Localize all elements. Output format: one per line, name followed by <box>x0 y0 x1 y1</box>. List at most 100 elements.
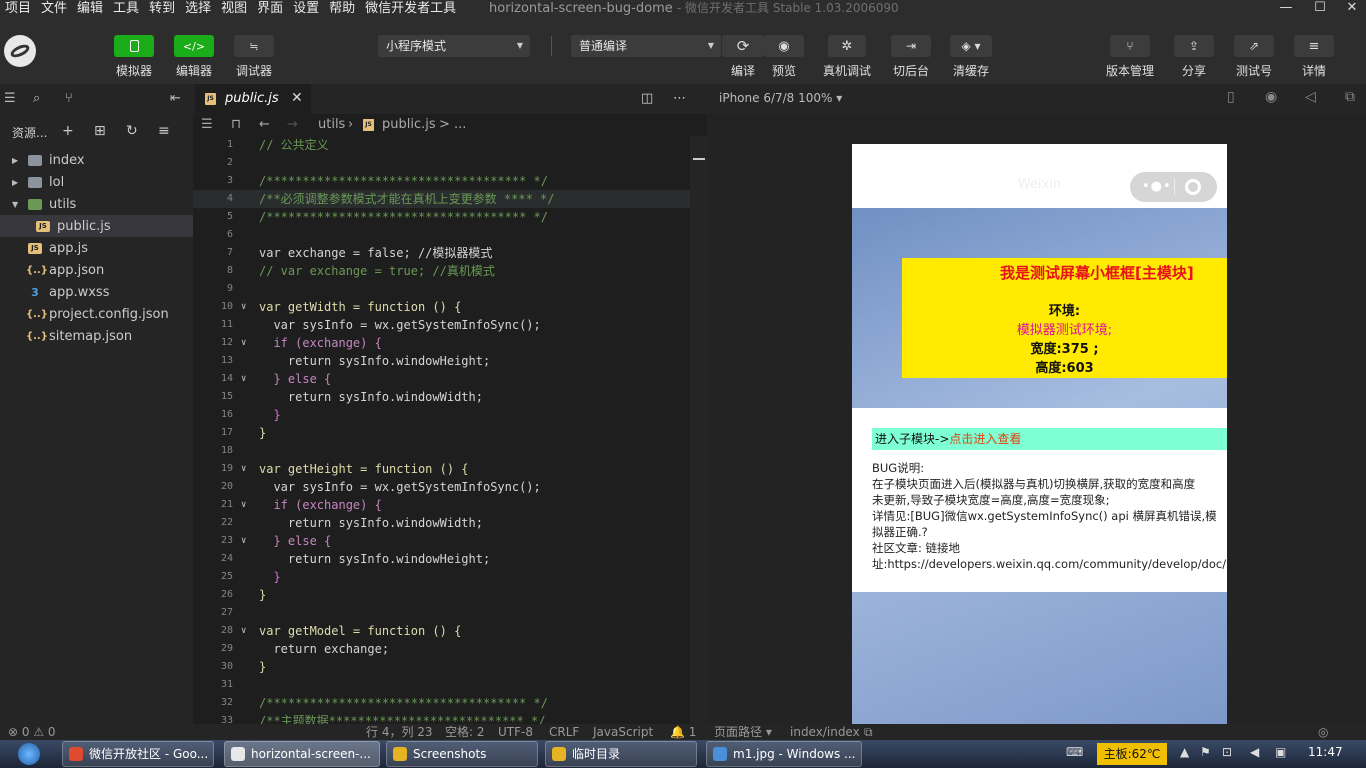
taskbar-item-temp-folder[interactable]: 临时目录 <box>545 741 697 767</box>
code-line: 16 } <box>220 408 281 422</box>
bookmark-icon[interactable]: ⊓ <box>231 117 241 132</box>
taskbar-item-screenshots[interactable]: Screenshots <box>386 741 538 767</box>
clock[interactable]: 11:47 <box>1308 745 1343 759</box>
forward-arrow-icon[interactable]: → <box>287 117 298 132</box>
bug-link-line[interactable]: 址:https://developers.weixin.qq.com/commu… <box>872 556 1227 572</box>
volume-icon[interactable]: ◁ <box>1305 89 1316 105</box>
breadcrumb-more[interactable]: > ... <box>439 117 466 132</box>
editor-toggle-button[interactable]: </> <box>174 35 214 57</box>
tab-public-js[interactable]: JS public.js ✕ <box>195 84 311 114</box>
keyboard-icon[interactable]: ⌨ <box>1066 745 1083 759</box>
tree-file-project-config[interactable]: {..} project.config.json <box>0 303 193 325</box>
taskbar-item-chrome[interactable]: 微信开放社区 - Goo... <box>62 741 214 767</box>
devtools-window: 项目 文件 编辑 工具 转到 选择 视图 界面 设置 帮助 微信开发者工具 ho… <box>0 0 1366 768</box>
tree-file-app-json[interactable]: {..} app.json <box>0 259 193 281</box>
mode-select[interactable]: 小程序模式 ▼ <box>378 35 530 57</box>
close-miniprogram-icon[interactable] <box>1185 179 1201 195</box>
menu-interface[interactable]: 界面 <box>252 0 288 18</box>
overview-ruler[interactable] <box>690 136 707 724</box>
add-file-icon[interactable]: + <box>62 123 74 139</box>
collapse-all-icon[interactable]: ≡ <box>158 123 170 139</box>
version-control-button[interactable]: ⑂ <box>1110 35 1150 57</box>
submodule-entry[interactable]: 进入子模块->点击进入查看 <box>872 428 1227 450</box>
preview-button[interactable]: ◉ <box>764 35 804 57</box>
cursor-position[interactable]: 行 4，列 23 <box>366 724 433 740</box>
compile-button[interactable]: ⟳ <box>722 35 764 57</box>
refresh-icon[interactable]: ↻ <box>126 123 138 139</box>
line-ending[interactable]: CRLF <box>549 724 579 740</box>
details-button[interactable]: ≡ <box>1294 35 1334 57</box>
taskbar-item-devtools[interactable]: horizontal-screen-... <box>224 741 380 767</box>
test-account-button[interactable]: ⇗ <box>1234 35 1274 57</box>
menu-select[interactable]: 选择 <box>180 0 216 18</box>
volume-icon[interactable]: ◀ <box>1250 745 1259 759</box>
record-icon[interactable]: ◉ <box>1265 89 1277 105</box>
menu-edit[interactable]: 编辑 <box>72 0 108 18</box>
indent-setting[interactable]: 空格: 2 <box>445 724 485 740</box>
tree-file-app-wxss[interactable]: 3 app.wxss <box>0 281 193 303</box>
breadcrumb-folder[interactable]: utils <box>318 117 345 132</box>
git-branch-icon[interactable]: ⑂ <box>65 91 73 106</box>
safely-remove-icon[interactable]: ⊡ <box>1222 745 1232 759</box>
tree-folder-lol[interactable]: ▶ lol <box>0 171 193 193</box>
temperature-widget[interactable]: 主板:62℃ <box>1097 743 1167 765</box>
back-arrow-icon[interactable]: ← <box>259 117 270 132</box>
menu-project[interactable]: 项目 <box>0 0 36 18</box>
phone-icon[interactable]: ▯ <box>1227 89 1235 105</box>
tree-file-public-js[interactable]: JS public.js <box>0 215 193 237</box>
collapse-panel-icon[interactable]: ⇤ <box>170 91 181 106</box>
menu-devtools[interactable]: 微信开发者工具 <box>360 0 461 18</box>
flag-icon[interactable]: ⚑ <box>1200 745 1211 759</box>
close-tab-icon[interactable]: ✕ <box>291 90 303 106</box>
search-icon[interactable]: ⌕ <box>33 91 40 106</box>
menu-file[interactable]: 文件 <box>36 0 72 18</box>
tree-file-app-js[interactable]: JS app.js <box>0 237 193 259</box>
list-icon[interactable]: ☰ <box>4 91 16 106</box>
notifications[interactable]: 🔔 1 <box>670 724 696 740</box>
network-icon[interactable]: ▣ <box>1275 745 1286 759</box>
simulator-toggle-button[interactable] <box>114 35 154 57</box>
more-actions-icon[interactable]: ⋯ <box>673 91 686 106</box>
tree-item-label: lol <box>49 174 65 190</box>
chevron-down-icon: ▼ <box>12 199 19 209</box>
share-button[interactable]: ⇪ <box>1174 35 1214 57</box>
capsule-menu[interactable]: •●• <box>1130 172 1217 202</box>
menu-settings[interactable]: 设置 <box>288 0 324 18</box>
bug-line: BUG说明: <box>872 461 925 475</box>
page-path-select[interactable]: 页面路径 ▾ <box>714 724 772 740</box>
add-folder-icon[interactable]: ⊞ <box>94 123 106 139</box>
outline-icon[interactable]: ☰ <box>201 117 213 132</box>
maximize-button[interactable]: ☐ <box>1310 0 1330 16</box>
copy-icon[interactable]: ⧉ <box>864 724 873 740</box>
problems-count[interactable]: ⊗ 0 ⚠ 0 <box>8 724 56 740</box>
tray-expand-icon[interactable]: ▲ <box>1180 745 1189 759</box>
code-line: 29 return exchange; <box>220 642 390 656</box>
split-editor-icon[interactable]: ◫ <box>641 91 653 106</box>
breadcrumb-file[interactable]: public.js <box>382 117 436 132</box>
menu-goto[interactable]: 转到 <box>144 0 180 18</box>
start-button[interactable] <box>10 740 48 768</box>
device-select[interactable]: iPhone 6/7/8 100% ▾ <box>719 91 842 105</box>
language-mode[interactable]: JavaScript <box>593 724 653 740</box>
tree-folder-utils[interactable]: ▼ utils <box>0 193 193 215</box>
real-device-debug-button[interactable]: ✲ <box>828 35 866 57</box>
window-icon[interactable]: ⧉ <box>1345 89 1355 105</box>
debugger-toggle-button[interactable]: ≒ <box>234 35 274 57</box>
menu-tools[interactable]: 工具 <box>108 0 144 18</box>
encoding[interactable]: UTF-8 <box>498 724 533 740</box>
close-window-button[interactable]: ✕ <box>1342 0 1362 16</box>
compile-select[interactable]: 普通编译 ▼ <box>571 35 721 57</box>
clear-cache-button[interactable]: ◈ ▾ <box>950 35 992 57</box>
more-dots-icon[interactable]: •●• <box>1142 179 1172 194</box>
taskbar-item-photo-viewer[interactable]: m1.jpg - Windows ... <box>706 741 862 767</box>
code-area[interactable]: 1// 公共定义 2 3/***************************… <box>193 136 707 724</box>
minimize-button[interactable]: — <box>1276 0 1296 16</box>
menu-view[interactable]: 视图 <box>216 0 252 18</box>
submodule-link[interactable]: 点击进入查看 <box>949 432 1021 446</box>
tree-folder-index[interactable]: ▶ index <box>0 149 193 171</box>
tree-file-sitemap[interactable]: {..} sitemap.json <box>0 325 193 347</box>
phone-screen[interactable]: Weixin •●• 我是测试屏幕小框框[主模块] 环境: 模拟器测试环境; 宽… <box>852 144 1227 724</box>
background-button[interactable]: ⇥ <box>891 35 931 57</box>
eye-icon[interactable]: ◎ <box>1318 724 1328 740</box>
menu-help[interactable]: 帮助 <box>324 0 360 18</box>
